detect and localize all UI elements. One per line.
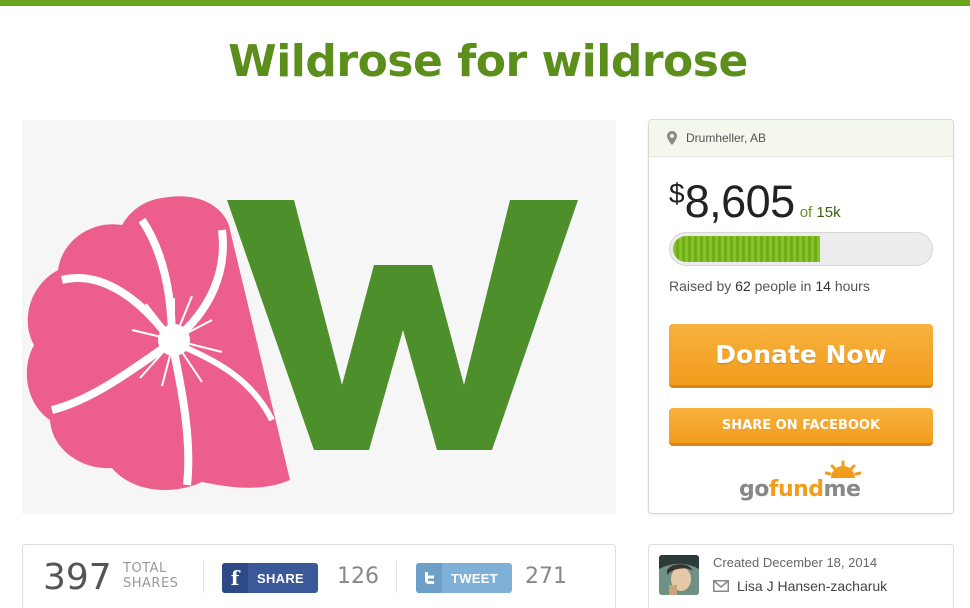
tweet-count: 271	[525, 564, 567, 589]
avatar[interactable]	[659, 555, 699, 595]
divider	[203, 561, 204, 593]
amount-raised: $ 8,605 of 15k	[669, 176, 841, 228]
facebook-share-count: 126	[337, 564, 379, 589]
campaign-title: Wildrose for wildrose	[228, 36, 748, 87]
tweet-button[interactable]: TWEET	[416, 563, 512, 593]
location-text: Drumheller, AB	[686, 131, 767, 145]
raised-mid: people in	[754, 278, 812, 294]
brand-me: me	[823, 477, 861, 502]
progress-bar	[669, 232, 933, 266]
goal-prefix: of	[799, 204, 813, 221]
share-on-facebook-button[interactable]: SHARE ON FACEBOOK	[669, 408, 933, 446]
brand-fund: fund	[768, 477, 824, 502]
gofundme-logo[interactable]: gofundme	[739, 460, 869, 504]
raised-people-count: 62	[735, 278, 751, 294]
raised-time: 14	[815, 278, 831, 294]
organizer-contact[interactable]: Lisa J Hansen-zacharuk	[713, 578, 887, 594]
donate-now-button[interactable]: Donate Now	[669, 324, 933, 388]
currency-symbol: $	[669, 178, 685, 209]
total-shares-label: TOTAL SHARES	[123, 561, 178, 591]
goal-value: 15k	[816, 204, 841, 221]
organizer-card: Created December 18, 2014 Lisa J Hansen-…	[648, 544, 954, 608]
progress-fill	[673, 236, 820, 262]
created-date: Created December 18, 2014	[713, 555, 878, 570]
campaign-image[interactable]	[22, 120, 616, 514]
raised-summary: Raised by 62 people in 14 hours	[669, 278, 870, 294]
tweet-label: TWEET	[451, 570, 498, 586]
top-accent-bar	[0, 0, 970, 6]
twitter-icon	[416, 563, 442, 593]
facebook-share-label: SHARE	[257, 570, 305, 586]
location-bar: Drumheller, AB	[649, 120, 953, 157]
total-label-line-1: TOTAL	[123, 561, 167, 576]
facebook-share-button[interactable]: f SHARE	[222, 563, 318, 593]
organizer-name: Lisa J Hansen-zacharuk	[737, 578, 888, 594]
raised-prefix: Raised by	[669, 278, 732, 294]
brand-go: go	[739, 477, 769, 502]
total-shares-count: 397	[43, 557, 112, 598]
mail-icon	[713, 580, 729, 592]
donation-panel: Drumheller, AB $ 8,605 of 15k Raised by …	[648, 119, 954, 514]
divider	[396, 561, 397, 593]
share-bar: 397 TOTAL SHARES f SHARE 126 TWEET 271	[22, 544, 616, 608]
wildrose-logo	[22, 120, 616, 514]
goal-text: of 15k	[800, 204, 841, 221]
facebook-icon: f	[222, 563, 248, 593]
map-pin-icon	[667, 131, 677, 145]
amount-value: 8,605	[684, 176, 796, 227]
total-label-line-2: SHARES	[123, 576, 179, 591]
raised-suffix: hours	[834, 278, 870, 294]
